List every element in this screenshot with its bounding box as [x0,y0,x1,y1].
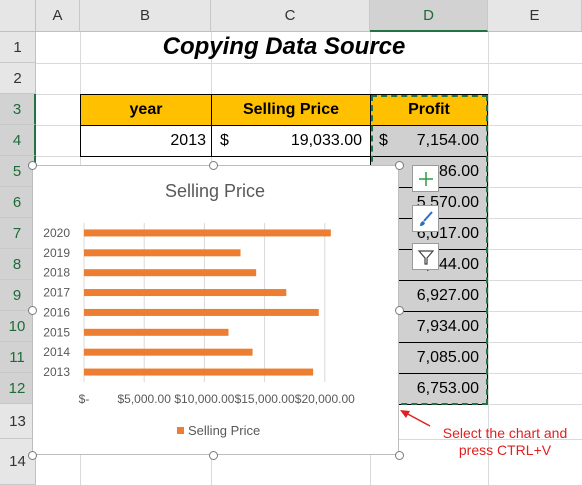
row-header-10[interactable]: 10 [0,311,36,342]
row-header-4[interactable]: 4 [0,125,36,156]
cell-selling-price[interactable]: $ 19,033.00 [211,125,371,157]
header-year[interactable]: year [80,94,212,126]
resize-handle[interactable] [395,451,404,460]
annotation-text: Select the chart and press CTRL+V [430,425,580,459]
y-category-label: 2020 [43,226,70,240]
row-header-2[interactable]: 2 [0,63,36,94]
col-header-a[interactable]: A [36,0,80,32]
row-header-6[interactable]: 6 [0,187,36,218]
x-tick-label: $5,000.00 [118,392,172,406]
chart-elements-button[interactable] [412,165,439,192]
row-header-12[interactable]: 12 [0,373,36,404]
annotation-line-2: press CTRL+V [458,442,552,458]
row-header-8[interactable]: 8 [0,249,36,280]
col-header-c[interactable]: C [211,0,370,32]
col-header-e[interactable]: E [488,0,582,32]
x-tick-label: $20,000.00 [295,392,355,406]
bar-2017[interactable] [84,289,287,297]
sheet-title[interactable]: Copying Data Source [80,33,488,61]
filter-icon [417,249,434,265]
row-header-1[interactable]: 1 [0,32,36,63]
chart-title[interactable]: Selling Price [165,181,265,201]
resize-handle[interactable] [395,306,404,315]
header-selling-price[interactable]: Selling Price [211,94,371,126]
gridline [36,63,582,64]
legend-label[interactable]: Selling Price [188,423,260,438]
col-header-b[interactable]: B [80,0,211,32]
bar-2018[interactable] [84,269,257,277]
x-tick-label: $15,000.00 [235,392,295,406]
plus-icon [418,171,433,186]
bar-chart[interactable]: Selling Price 2013 2014 2015 2016 2017 2018 20… [32,165,399,455]
bar-2016[interactable] [84,308,319,316]
x-tick-label: $10,000.00 [174,392,234,406]
bar-2019[interactable] [84,249,241,257]
row-header-14[interactable]: 14 [0,439,36,485]
resize-handle[interactable] [28,161,37,170]
resize-handle[interactable] [28,451,37,460]
gridline [488,32,489,485]
y-category-label: 2013 [43,365,70,379]
col-header-d[interactable]: D [370,0,488,32]
year-value: 2013 [170,132,206,149]
row-header-7[interactable]: 7 [0,218,36,249]
bar-2020[interactable] [84,229,331,237]
row-header-11[interactable]: 11 [0,342,36,373]
y-category-label: 2019 [43,246,70,260]
bar-2015[interactable] [84,328,229,336]
chart-area[interactable]: Selling Price 2013 2014 2015 2016 2017 2018 20… [32,165,399,455]
resize-handle[interactable] [28,306,37,315]
bar-2014[interactable] [84,348,253,356]
row-header-3[interactable]: 3 [0,94,36,125]
price-value: 19,033.00 [290,132,362,149]
bar-2013[interactable] [84,368,314,376]
brush-icon [419,210,433,226]
y-category-label: 2014 [43,345,70,359]
cell-year[interactable]: 2013 [80,125,212,157]
resize-handle[interactable] [209,451,218,460]
resize-handle[interactable] [209,161,218,170]
y-category-label: 2018 [43,266,70,280]
y-category-label: 2016 [43,305,70,319]
x-tick-label: $- [79,392,90,406]
y-category-label: 2015 [43,325,70,339]
select-all-corner[interactable] [0,0,36,32]
resize-handle[interactable] [395,161,404,170]
row-header-13[interactable]: 13 [0,404,36,439]
annotation-line-1: Select the chart and [442,425,568,441]
chart-styles-button[interactable] [412,205,439,232]
legend-swatch [177,427,184,434]
y-category-label: 2017 [43,286,70,300]
currency-symbol: $ [220,132,229,149]
chart-filters-button[interactable] [412,243,439,270]
